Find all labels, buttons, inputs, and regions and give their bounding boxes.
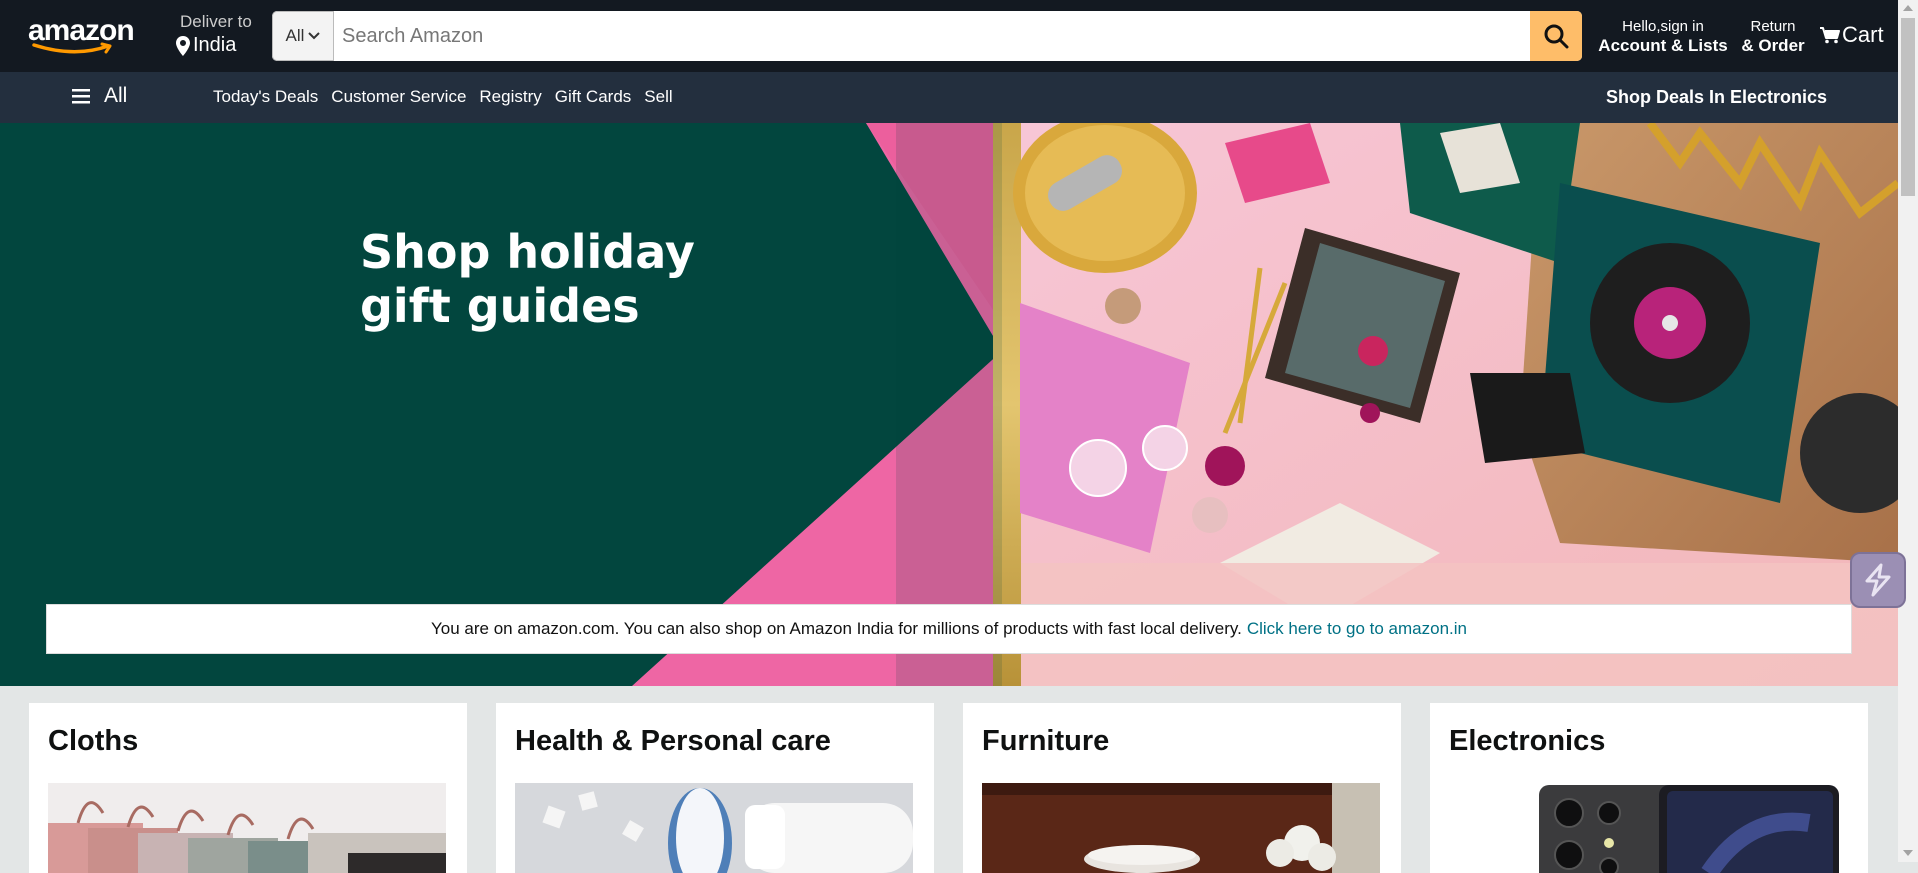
category-card-health[interactable]: Health & Personal care <box>496 703 934 873</box>
card-image-cloths[interactable] <box>48 783 446 873</box>
card-title: Electronics <box>1449 725 1606 757</box>
deliver-label: Deliver to <box>180 12 252 31</box>
returns-label: Return <box>1750 18 1796 35</box>
search-category-label: All <box>285 26 305 45</box>
search-input[interactable] <box>334 11 1530 61</box>
subnav-link-registry[interactable]: Registry <box>479 87 541 107</box>
all-menu-label: All <box>104 84 128 107</box>
category-card-electronics[interactable]: Electronics <box>1430 703 1868 873</box>
search-bar: All <box>272 11 1582 61</box>
category-card-furniture[interactable]: Furniture <box>963 703 1401 873</box>
cart-button[interactable]: Cart <box>1820 22 1884 48</box>
amazon-india-link[interactable]: Click here to go to amazon.in <box>1247 619 1467 639</box>
account-greeting: Hello,sign in <box>1622 18 1704 35</box>
deliver-location: India <box>176 34 266 57</box>
subnav-promo-link[interactable]: Shop Deals In Electronics <box>1606 87 1827 108</box>
card-title: Cloths <box>48 725 139 757</box>
amazon-india-notice: You are on amazon.com. You can also shop… <box>46 604 1852 654</box>
cart-icon <box>1820 27 1840 44</box>
subnav-link-todays-deals[interactable]: Today's Deals <box>213 87 318 107</box>
card-image-furniture[interactable] <box>982 783 1380 873</box>
amazon-logo[interactable]: amazon <box>28 16 135 58</box>
location-pin-icon <box>176 35 190 56</box>
scrollbar-thumb[interactable] <box>1901 18 1915 196</box>
hero-title-line-1: Shop holiday <box>360 225 695 279</box>
floating-widget-button[interactable] <box>1850 552 1906 608</box>
scroll-down-arrow-icon[interactable] <box>1903 850 1913 856</box>
scroll-up-arrow-icon[interactable] <box>1903 5 1913 11</box>
hero-banner[interactable]: Shop holiday gift guides You are on amaz… <box>0 123 1898 686</box>
account-label: Account & Lists <box>1598 36 1728 55</box>
returns-orders[interactable]: Return & Order <box>1738 18 1808 56</box>
subnav-link-sell[interactable]: Sell <box>644 87 672 107</box>
electronics-image <box>1449 783 1847 873</box>
cart-label: Cart <box>1842 22 1884 47</box>
deliver-to[interactable]: Deliver to India <box>176 12 266 60</box>
all-menu-button[interactable]: All <box>72 84 127 108</box>
category-card-cloths[interactable]: Cloths <box>29 703 467 873</box>
card-title: Furniture <box>982 725 1110 757</box>
card-title: Health & Personal care <box>515 725 831 757</box>
secondary-navbar: All Today's Deals Customer Service Regis… <box>0 72 1898 123</box>
notice-text: You are on amazon.com. You can also shop… <box>431 619 1242 638</box>
cloths-image <box>48 783 446 873</box>
card-image-electronics[interactable] <box>1449 783 1847 873</box>
lightning-logo-icon <box>1865 563 1891 597</box>
health-image <box>515 783 913 873</box>
search-icon <box>1544 24 1569 49</box>
account-lists[interactable]: Hello,sign in Account & Lists <box>1598 18 1728 56</box>
subnav-links: Today's Deals Customer Service Registry … <box>213 87 673 107</box>
hamburger-menu-icon <box>72 89 90 104</box>
subnav-link-gift-cards[interactable]: Gift Cards <box>555 87 632 107</box>
hero-artwork <box>632 123 1898 686</box>
logo-smile-icon <box>32 42 112 54</box>
hero-title: Shop holiday gift guides <box>360 225 740 333</box>
search-button[interactable] <box>1530 11 1582 61</box>
hero-title-line-2: gift guides <box>360 279 640 333</box>
top-navbar: amazon Deliver to India All Hello,sign <box>0 0 1898 72</box>
card-image-health[interactable] <box>515 783 913 873</box>
chevron-down-icon <box>308 32 321 40</box>
search-category-select[interactable]: All <box>272 11 334 61</box>
deliver-country: India <box>193 34 237 56</box>
orders-label: & Order <box>1741 36 1805 55</box>
furniture-image <box>982 783 1380 873</box>
page-scrollbar[interactable] <box>1898 0 1918 862</box>
subnav-link-customer-service[interactable]: Customer Service <box>331 87 466 107</box>
